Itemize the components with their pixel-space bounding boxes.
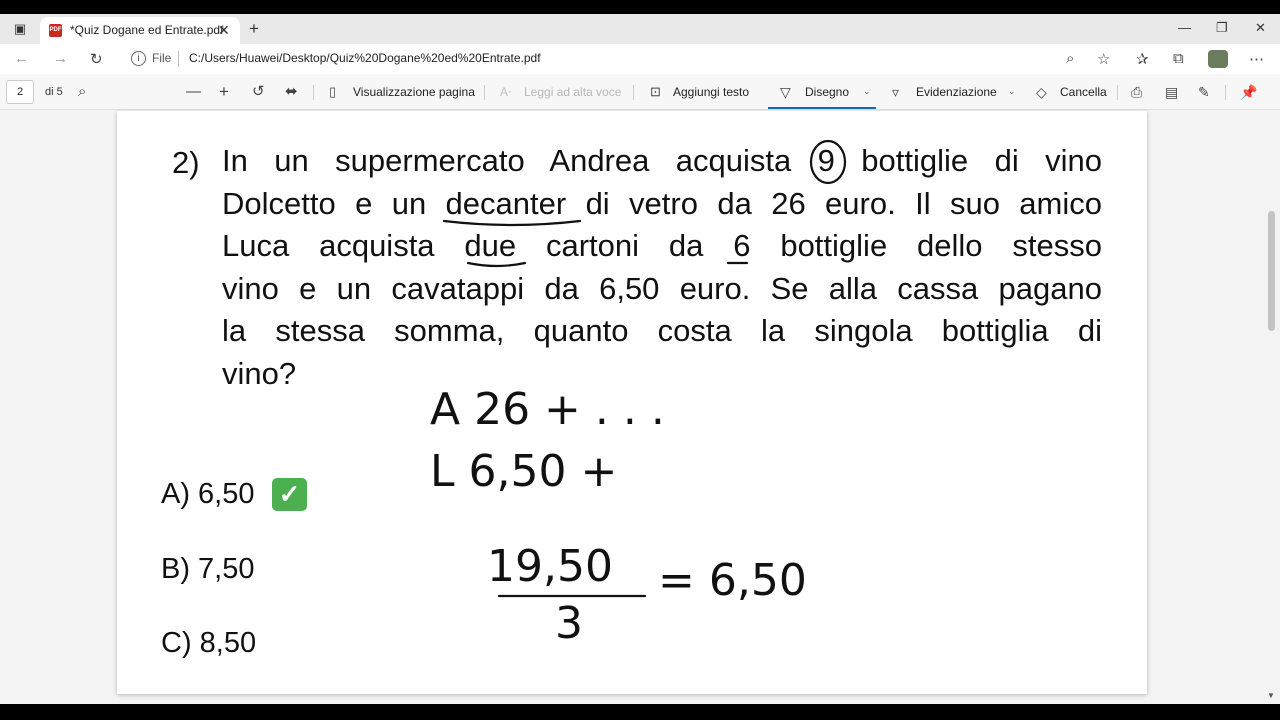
question-line: Dolcetto e un decanter di vetro da 26 eu… [222, 186, 1102, 221]
answer-c: C) 8,50 [161, 627, 257, 659]
forward-icon[interactable]: → [53, 50, 68, 67]
highlight-options-chevron-icon[interactable]: ⌄ [1008, 86, 1016, 97]
scroll-thumb[interactable] [1268, 211, 1275, 331]
zoom-in-icon[interactable]: + [219, 83, 229, 101]
highlight-button[interactable]: Evidenziazione [916, 85, 997, 99]
eraser-icon[interactable]: ◇ [1036, 83, 1047, 101]
restore-icon[interactable]: ❐ [1216, 20, 1228, 36]
question-line: vino? [222, 356, 297, 391]
answer-a: A) 6,50 [161, 478, 255, 510]
pin-toolbar-icon[interactable]: 📌 [1240, 83, 1257, 101]
favorites-icon[interactable]: ✰ [1136, 50, 1149, 68]
read-aloud-button: Leggi ad alta voce [524, 85, 622, 99]
scroll-down-icon[interactable]: ▼ [1267, 691, 1275, 700]
tab-bar: ▣ PDF *Quiz Dogane ed Entrate.pdf ✕ + — … [0, 14, 1280, 44]
more-options-icon[interactable]: ⋯ [1249, 50, 1264, 68]
draw-active-indicator [768, 107, 876, 109]
browser-window: ▣ PDF *Quiz Dogane ed Entrate.pdf ✕ + — … [0, 14, 1280, 704]
question-line: In un supermercato Andrea acquista 9 bot… [222, 143, 1102, 178]
draw-button[interactable]: Disegno [805, 85, 849, 99]
page-view-button[interactable]: Visualizzazione pagina [353, 85, 475, 99]
check-mark-icon: ✓ [272, 478, 307, 511]
highlight-icon[interactable]: ▿ [892, 83, 899, 101]
save-icon[interactable]: ▤ [1165, 83, 1178, 101]
answer-b: B) 7,50 [161, 553, 255, 585]
question-number: 2) [172, 145, 200, 180]
draw-options-chevron-icon[interactable]: ⌄ [863, 86, 871, 97]
question-line: Luca acquista due cartoni da 6 bottiglie… [222, 228, 1102, 263]
file-label: File [152, 51, 172, 65]
fraction-numerator: 19,50 [487, 541, 613, 592]
page-view-icon[interactable]: ▯ [329, 83, 336, 101]
add-text-button[interactable]: Aggiungi testo [673, 85, 749, 99]
fit-page-icon[interactable]: ⬌ [285, 83, 298, 101]
add-favorite-icon[interactable]: ☆ [1097, 50, 1110, 68]
search-icon[interactable]: ⌕ [78, 83, 86, 101]
address-bar: ← → ↻ i File C:/Users/Huawei/Desktop/Qui… [0, 44, 1280, 74]
toolbar-separator [1225, 85, 1226, 100]
new-tab-icon[interactable]: + [246, 20, 262, 37]
tab-title: *Quiz Dogane ed Entrate.pdf [70, 23, 224, 37]
address-separator [178, 51, 179, 67]
tab-quiz-pdf[interactable]: PDF *Quiz Dogane ed Entrate.pdf ✕ [40, 17, 240, 44]
erase-button[interactable]: Cancella [1060, 85, 1107, 99]
fraction-result: = 6,50 [658, 555, 807, 606]
close-window-icon[interactable]: ✕ [1255, 20, 1266, 36]
vertical-scrollbar[interactable]: ▼ [1266, 111, 1276, 704]
url-field[interactable]: C:/Users/Huawei/Desktop/Quiz%20Dogane%20… [189, 51, 541, 65]
fraction-denominator: 3 [555, 598, 583, 649]
refresh-icon[interactable]: ↻ [90, 50, 103, 68]
toolbar-separator [1117, 85, 1118, 100]
toolbar-separator [633, 85, 634, 100]
pdf-page[interactable]: 2) In un supermercato Andrea acquista 9 … [117, 111, 1147, 694]
zoom-out-icon[interactable]: — [186, 83, 201, 101]
page-number-input[interactable]: 2 [6, 80, 34, 104]
question-line: vino e un cavatappi da 6,50 euro. Se all… [222, 271, 1102, 306]
print-icon[interactable]: ⎙ [1131, 83, 1142, 101]
pdf-icon: PDF [49, 24, 62, 37]
collections-icon[interactable]: ⧉ [1173, 50, 1184, 67]
minimize-icon[interactable]: — [1178, 20, 1191, 35]
question-line: la stessa somma, quanto costa la singola… [222, 313, 1102, 348]
tab-actions-icon[interactable]: ▣ [12, 21, 28, 37]
toolbar-separator [484, 85, 485, 100]
toolbar-separator [313, 85, 314, 100]
save-as-icon[interactable]: ✎ [1198, 83, 1210, 101]
info-icon[interactable]: i [131, 51, 146, 66]
back-icon[interactable]: ← [14, 50, 29, 67]
avatar[interactable] [1208, 50, 1228, 68]
draw-icon[interactable]: ▽ [780, 83, 791, 101]
rotate-icon[interactable]: ↺ [252, 83, 265, 101]
pdf-toolbar: 2 di 5 ⌕ — + ↺ ⬌ ▯ Visualizzazione pagin… [0, 74, 1280, 110]
close-tab-icon[interactable]: ✕ [218, 22, 230, 39]
add-text-icon[interactable]: ⊡ [650, 83, 661, 101]
handwriting-line-l: L 6,50 + [430, 446, 617, 497]
read-aloud-icon: A‧ [500, 85, 512, 99]
zoom-icon[interactable]: ⌕ [1066, 50, 1074, 67]
pdf-viewer[interactable]: 2) In un supermercato Andrea acquista 9 … [0, 111, 1280, 704]
page-count: di 5 [45, 86, 63, 98]
